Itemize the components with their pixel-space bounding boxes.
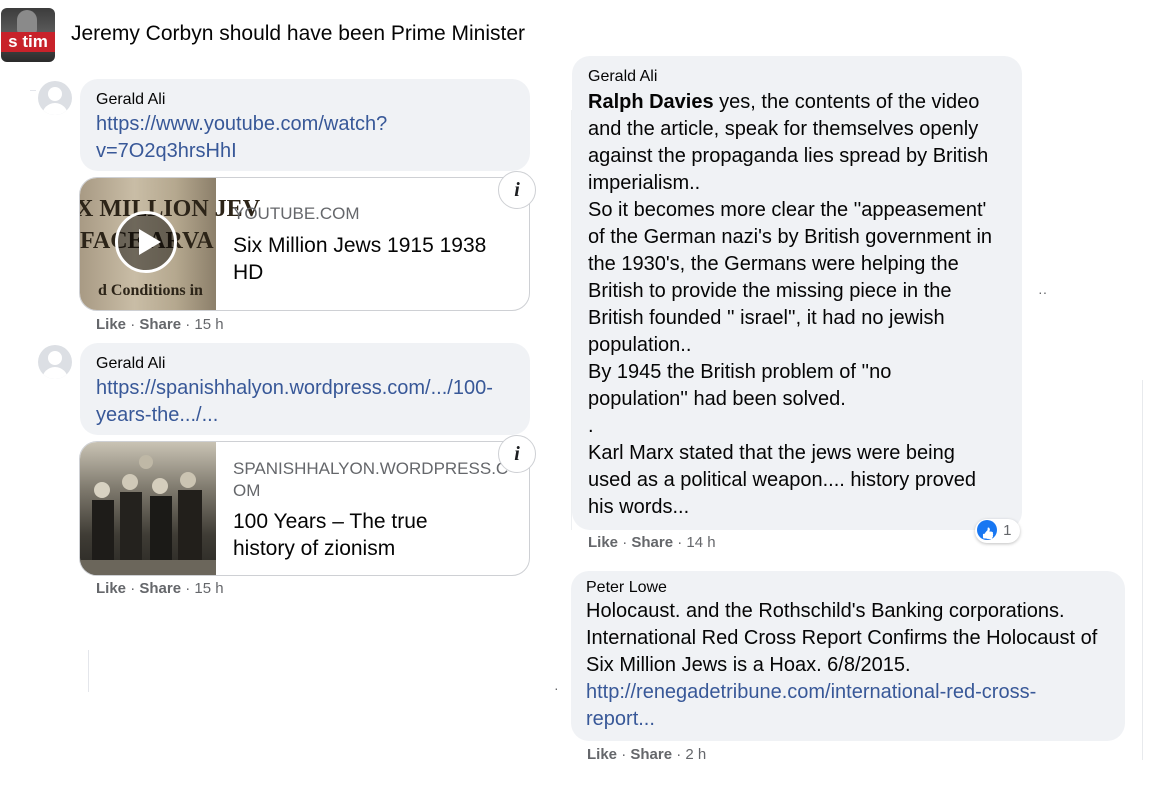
preview-domain-line: OM	[233, 481, 261, 500]
share-link[interactable]: Share	[631, 534, 673, 551]
info-icon[interactable]: i	[498, 171, 536, 209]
like-link[interactable]: Like	[588, 534, 618, 551]
comment-link[interactable]: https://www.youtube.com/watch? v=7O2q3hr…	[96, 111, 387, 165]
like-link[interactable]: Like	[96, 316, 126, 333]
share-link[interactable]: Share	[630, 746, 672, 763]
comment-text: Ralph Davies yes, the contents of the vi…	[588, 89, 1018, 521]
comment-line: Holocaust. and the Rothschild's Banking …	[586, 600, 1065, 622]
comment-line: .	[588, 415, 594, 437]
preview-title-line[interactable]: HD	[233, 259, 486, 286]
like-link[interactable]: Like	[96, 580, 126, 597]
comment-line: the 1930's, the Germans were helping the	[588, 253, 959, 275]
preview-domain: SPANISHHALYON.WORDPRESS.C OM	[233, 458, 508, 502]
preview-domain-line: SPANISHHALYON.WORDPRESS.C	[233, 459, 509, 478]
comment-line: So it becomes more clear the ''appeaseme…	[588, 199, 987, 221]
share-link[interactable]: Share	[139, 316, 181, 333]
preview-title-line[interactable]: history of zionism	[233, 535, 428, 562]
comment-line: Six Million Jews is a Hoax. 6/8/2015.	[586, 654, 911, 676]
info-icon[interactable]: i	[498, 435, 536, 473]
share-link[interactable]: Share	[139, 580, 181, 597]
separator: ·	[185, 316, 191, 333]
reaction-number: 1	[1003, 522, 1012, 539]
comment-line: By 1945 the British problem of ''no	[588, 361, 892, 383]
comment-author[interactable]: Gerald Ali	[588, 68, 657, 86]
preview-title-line[interactable]: 100 Years – The true	[233, 508, 428, 535]
separator: ·	[185, 580, 191, 597]
comment-link-line[interactable]: https://spanishhalyon.wordpress.com/.../…	[96, 375, 493, 402]
comment-timestamp[interactable]: 2 h	[685, 746, 706, 763]
more-options-icon[interactable]: ··	[1038, 284, 1047, 300]
separator: ·	[622, 534, 628, 551]
thread-line	[88, 650, 89, 692]
separator: ·	[130, 580, 136, 597]
separator: ·	[621, 746, 627, 763]
comment-actions: Like · Share · 15 h	[96, 316, 224, 333]
thumbnail-text: d Conditions in	[98, 282, 203, 299]
comment-link-line[interactable]: years-the.../...	[96, 402, 493, 429]
comment-actions: Like · Share · 2 h	[587, 746, 706, 763]
comment-link-line[interactable]: http://renegadetribune.com/international…	[586, 679, 1121, 706]
comment-bubble: Gerald Ali https://spanishhalyon.wordpre…	[80, 343, 530, 435]
comment-author[interactable]: Gerald Ali	[96, 355, 165, 373]
like-link[interactable]: Like	[587, 746, 617, 763]
comment-line: used as a political weapon.... history p…	[588, 469, 976, 491]
comment-link-line[interactable]: https://www.youtube.com/watch?	[96, 111, 387, 138]
separator: ·	[130, 316, 136, 333]
reaction-count[interactable]: 1	[975, 519, 1020, 543]
mention-link[interactable]: Ralph Davies	[588, 91, 714, 113]
separator: ·	[676, 746, 682, 763]
comment-line: of the German nazi's by British governme…	[588, 226, 993, 248]
group-avatar-figure	[17, 10, 37, 34]
comment-timestamp[interactable]: 15 h	[194, 316, 223, 333]
comment-line-text: yes, the contents of the video	[713, 91, 980, 113]
comment-actions: Like · Share · 14 h	[588, 534, 716, 551]
comment-line: population'' had been solved.	[588, 388, 846, 410]
link-preview-card[interactable]: SPANISHHALYON.WORDPRESS.C OM 100 Years –…	[79, 441, 530, 576]
thread-line	[1142, 380, 1143, 760]
comment-author[interactable]: Gerald Ali	[96, 91, 165, 109]
comment-line: Ralph Davies yes, the contents of the vi…	[588, 89, 1018, 116]
comment-line: Karl Marx stated that the jews were bein…	[588, 442, 955, 464]
preview-title[interactable]: Six Million Jews 1915 1938 HD	[233, 232, 486, 286]
comment-actions: Like · Share · 15 h	[96, 580, 224, 597]
comment-line: imperialism..	[588, 172, 701, 194]
comment-link[interactable]: http://renegadetribune.com/international…	[586, 679, 1121, 733]
comment-link-line[interactable]: report...	[586, 706, 1121, 733]
group-title[interactable]: Jeremy Corbyn should have been Prime Min…	[71, 22, 525, 46]
link-preview-card[interactable]: X MILLION JEV FACE ARVA d Conditions in …	[79, 177, 530, 311]
comment-line: against the propaganda lies spread by Br…	[588, 145, 989, 167]
comment-bubble: Peter Lowe Holocaust. and the Rothschild…	[571, 571, 1125, 741]
comment-link-line[interactable]: v=7O2q3hrsHhI	[96, 138, 387, 165]
more-options-icon[interactable]: ·	[554, 680, 559, 696]
comment-line: population..	[588, 334, 692, 356]
commenter-avatar[interactable]	[38, 345, 72, 379]
comment-line: British to provide the missing piece in …	[588, 280, 952, 302]
comment-timestamp[interactable]: 14 h	[686, 534, 715, 551]
preview-domain: YOUTUBE.COM	[233, 204, 360, 223]
comment-bubble: Gerald Ali Ralph Davies yes, the content…	[572, 56, 1022, 530]
comment-author[interactable]: Peter Lowe	[586, 579, 667, 597]
comment-line: his words...	[588, 496, 690, 518]
preview-title-line[interactable]: Six Million Jews 1915 1938	[233, 232, 486, 259]
comment-line: and the article, speak for themselves op…	[588, 118, 979, 140]
play-icon[interactable]	[115, 211, 177, 273]
video-thumbnail[interactable]: X MILLION JEV FACE ARVA d Conditions in	[80, 178, 260, 310]
comment-line: International Red Cross Report Confirms …	[586, 627, 1098, 649]
group-avatar[interactable]: s tim	[1, 8, 55, 62]
group-photo-image	[80, 455, 216, 575]
preview-title[interactable]: 100 Years – The true history of zionism	[233, 508, 428, 562]
comment-timestamp[interactable]: 15 h	[194, 580, 223, 597]
comment-link[interactable]: https://spanishhalyon.wordpress.com/.../…	[96, 375, 493, 429]
group-avatar-text: s tim	[1, 32, 55, 52]
comment-line: British founded '' israel'', it had no j…	[588, 307, 945, 329]
comment-bubble: Gerald Ali https://www.youtube.com/watch…	[80, 79, 530, 171]
thread-line	[30, 90, 36, 91]
separator: ·	[677, 534, 683, 551]
like-reaction-icon	[977, 520, 997, 541]
comment-text: Holocaust. and the Rothschild's Banking …	[586, 598, 1121, 733]
commenter-avatar[interactable]	[38, 81, 72, 115]
article-thumbnail[interactable]	[80, 442, 216, 575]
